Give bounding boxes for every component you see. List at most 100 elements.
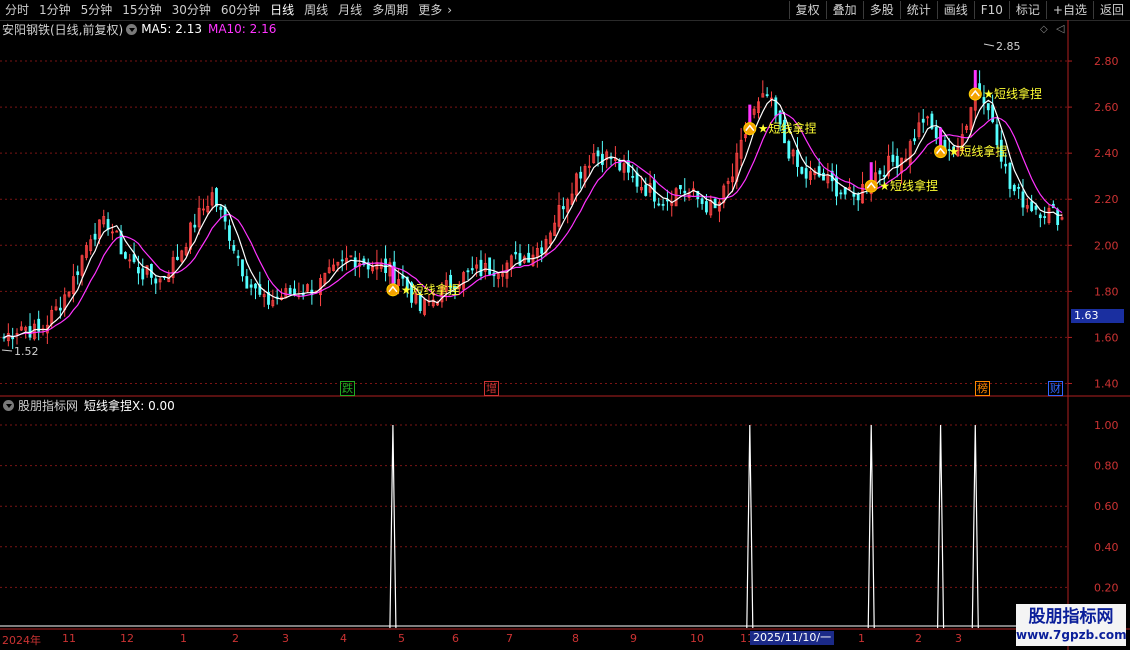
- high-pointer: [983, 43, 995, 47]
- candle-body: [219, 206, 223, 210]
- candle-body: [1056, 209, 1060, 226]
- date-tick: 2: [232, 632, 239, 645]
- price-tick-label: 2.00: [1094, 239, 1119, 252]
- date-tick: 11: [62, 632, 76, 645]
- date-tick: 6: [452, 632, 459, 645]
- ma10-line: [3, 112, 1063, 339]
- candle-body: [635, 172, 639, 187]
- sub-tick-label: 0.40: [1094, 541, 1119, 554]
- event-tag[interactable]: 增: [484, 381, 499, 396]
- candle-body: [1008, 162, 1012, 189]
- candle-body: [1004, 163, 1008, 167]
- candle-body: [644, 184, 648, 196]
- candle-body: [76, 271, 80, 276]
- candle-body: [822, 172, 825, 181]
- candle-body: [895, 155, 899, 168]
- watermark-logo: 股朋指标网 www.7gpzb.com: [1016, 604, 1127, 646]
- candle-body: [661, 204, 665, 206]
- candle-body: [488, 257, 492, 275]
- signal-spike: [971, 424, 979, 629]
- price-tick-label: 2.40: [1094, 147, 1119, 160]
- watermark-url: www.7gpzb.com: [1016, 628, 1127, 642]
- candle-body: [1012, 184, 1016, 192]
- date-tick: 10: [690, 632, 704, 645]
- candle-body: [418, 294, 422, 311]
- cursor-date-label: 2025/11/10/一: [750, 631, 835, 645]
- signal-spike: [746, 424, 754, 629]
- candle-body: [596, 150, 600, 157]
- candle-body: [796, 149, 799, 167]
- candle-body: [986, 103, 990, 111]
- date-tick: 5: [398, 632, 405, 645]
- candle-body: [137, 267, 140, 274]
- price-tick-label: 2.20: [1094, 193, 1119, 206]
- candle-body: [479, 259, 483, 277]
- candle-body: [293, 288, 296, 295]
- sub-tick-label: 0.60: [1094, 500, 1119, 513]
- candle-body: [579, 171, 583, 179]
- candle-body: [913, 138, 916, 142]
- low-price-label: 1.52: [14, 345, 39, 358]
- signal-label: ★短线拿捏: [949, 144, 1008, 159]
- date-tick: 2024年: [2, 634, 41, 647]
- candle-body: [700, 198, 704, 204]
- candle-body: [518, 253, 522, 266]
- candle-body: [787, 141, 791, 159]
- high-price-label: 2.85: [996, 40, 1021, 53]
- candle-body: [921, 118, 925, 123]
- event-tag[interactable]: 榜: [975, 381, 990, 396]
- candle-body: [995, 124, 999, 145]
- candle-body: [540, 247, 544, 254]
- candle-body: [124, 252, 127, 259]
- signal-spike: [389, 424, 397, 629]
- date-tick: 8: [572, 632, 579, 645]
- kline-chart[interactable]: 2.80 2.60 2.40 2.20 2.00 1.80 1.60 1.40 1.00 0.80…: [0, 0, 1130, 650]
- candle-body: [657, 203, 661, 206]
- date-tick: 12: [120, 632, 134, 645]
- candle-body: [800, 166, 804, 174]
- event-tag[interactable]: 跌: [340, 381, 355, 396]
- price-tick-label: 2.60: [1094, 101, 1119, 114]
- candle-body: [856, 194, 860, 201]
- candle-body: [58, 307, 62, 311]
- candle-body: [878, 170, 882, 175]
- date-tick: 9: [630, 632, 637, 645]
- candle-body: [93, 233, 97, 240]
- date-tick: 3: [955, 632, 962, 645]
- signal-label: ★短线拿捏: [983, 86, 1042, 101]
- candle-body: [839, 192, 843, 195]
- candle-body: [631, 176, 635, 178]
- price-tick-label: 1.80: [1094, 285, 1119, 298]
- candle-body: [683, 190, 687, 194]
- candle-body: [934, 126, 938, 139]
- candle-body: [340, 259, 344, 262]
- date-tick: 2: [915, 632, 922, 645]
- candle-body: [228, 225, 231, 241]
- sub-tick-label: 0.80: [1094, 460, 1119, 473]
- candle-body: [561, 206, 565, 210]
- candle-body: [176, 256, 179, 260]
- signal-spike: [867, 424, 875, 629]
- candle-body: [1021, 191, 1025, 208]
- event-tag[interactable]: 财: [1048, 381, 1063, 396]
- candle-body: [1038, 214, 1042, 219]
- candle-body: [600, 153, 604, 165]
- candle-body: [232, 245, 236, 251]
- current-price-tag: 1.63: [1071, 309, 1124, 323]
- candle-body: [141, 268, 145, 280]
- signal-label: ★短线拿捏: [758, 121, 817, 136]
- candle-body: [1030, 201, 1034, 212]
- candle-body: [1017, 186, 1021, 189]
- watermark-title: 股朋指标网: [1028, 607, 1114, 627]
- candle-body: [705, 201, 708, 213]
- candle-body: [891, 154, 895, 162]
- candle-body: [514, 251, 518, 255]
- signal-spike: [936, 424, 945, 629]
- candle-body: [193, 224, 197, 228]
- candle-body: [835, 176, 838, 197]
- candle-body: [249, 284, 253, 288]
- sub-tick-label: 1.00: [1094, 419, 1119, 432]
- candle-body: [106, 219, 110, 230]
- date-tick: 4: [340, 632, 347, 645]
- date-tick: 3: [282, 632, 289, 645]
